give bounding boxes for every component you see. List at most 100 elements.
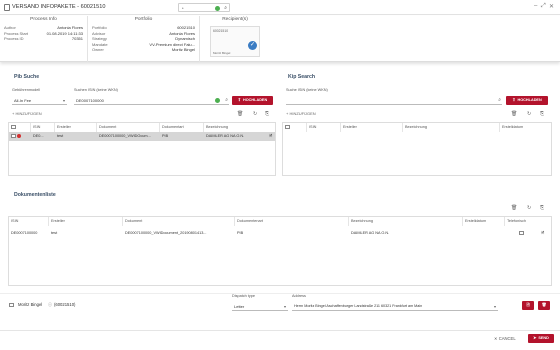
- column-header[interactable]: ISIN: [31, 123, 55, 132]
- address-value: Herrn Moritz Bingel Aschaffenburger Land…: [294, 304, 423, 308]
- preview-pdf-button[interactable]: 🗎: [522, 301, 534, 310]
- minimize-icon[interactable]: –: [534, 3, 537, 9]
- column-header[interactable]: Erstelldatum: [500, 123, 553, 132]
- address-label: Address: [292, 294, 306, 298]
- address-select[interactable]: Herrn Moritz Bingel Aschaffenburger Land…: [292, 302, 498, 311]
- info-key: Advisor: [92, 30, 106, 36]
- search-icon[interactable]: ⌕: [225, 97, 228, 103]
- select-all-checkbox[interactable]: [285, 124, 290, 130]
- phone-checkbox-box[interactable]: [519, 230, 524, 236]
- select-all-checkbox[interactable]: [11, 124, 16, 130]
- row-checkbox[interactable]: [11, 133, 16, 139]
- valid-check-icon: [215, 5, 220, 11]
- cell-document: DE0007100000_VWIDOcum...: [99, 134, 151, 138]
- cell-document: DE0007100000_VWIDocument_20190801413...: [125, 231, 207, 235]
- recipients-heading: Recipient(s): [222, 17, 248, 22]
- delete-recipient-button[interactable]: 🗑: [538, 301, 550, 310]
- info-key: Process ID: [4, 36, 24, 42]
- refresh-icon[interactable]: ↻: [253, 111, 257, 117]
- row-selector[interactable]: [9, 132, 31, 141]
- kip-search-label: Suche ISIN (keine WKN): [286, 88, 328, 92]
- portfolio-search-input[interactable]: * ⌕: [178, 3, 230, 12]
- upload-icon: ⇧: [237, 98, 241, 102]
- dispatch-type-value: Letter: [234, 304, 245, 309]
- column-header[interactable]: Erstelldatum: [463, 217, 505, 226]
- title-bar: VERSAND INFOPAKETE - 60021510 * ⌕ – ⤢ ✕: [0, 0, 560, 15]
- info-value: 70351: [71, 36, 83, 42]
- export-icon[interactable]: ⎘: [540, 111, 544, 117]
- pib-upload-button[interactable]: ⇧ HOCHLADEN: [232, 96, 273, 105]
- chevron-down-icon: ▾: [493, 304, 496, 309]
- delete-icon[interactable]: 🗑: [511, 205, 517, 211]
- column-header[interactable]: Dokument: [97, 123, 160, 132]
- column-header[interactable]: ISIN: [9, 217, 49, 226]
- delete-icon[interactable]: 🗑: [511, 111, 517, 117]
- process-info-heading: Process Info: [30, 17, 57, 22]
- send-button[interactable]: ➤ SEND: [528, 334, 554, 343]
- recipient-card[interactable]: 60021510 Moritz Bingel ✓: [210, 26, 260, 57]
- fee-model-select[interactable]: All-In Fee ▾: [12, 96, 67, 105]
- refresh-icon[interactable]: ↻: [527, 111, 531, 117]
- column-header[interactable]: Dokument: [123, 217, 235, 226]
- table-row[interactable]: DE0007100000 test DE0007100000_VWIDocume…: [9, 229, 551, 238]
- column-header[interactable]: Telefonisch: [505, 217, 553, 226]
- info-key: Mandate: [92, 41, 108, 47]
- pib-search-input[interactable]: DE0007100000 ⌕: [74, 96, 229, 105]
- cell-name: DAIMLER AG NA O.N.: [206, 134, 245, 138]
- phone-checkbox[interactable]: [517, 229, 527, 238]
- refresh-icon[interactable]: ↻: [527, 205, 531, 211]
- pib-upload-label: HOCHLADEN: [242, 98, 268, 102]
- export-icon[interactable]: ⎘: [540, 205, 544, 211]
- kip-upload-button[interactable]: ⇧ HOCHLADEN: [506, 96, 548, 105]
- info-key: Author: [4, 25, 16, 30]
- upload-icon: ⇧: [512, 98, 516, 102]
- portfolio-search-value: *: [182, 5, 184, 11]
- column-header[interactable]: Bezeichnung: [403, 123, 500, 132]
- trash-icon: 🗑: [541, 303, 547, 307]
- cell-author: test: [57, 134, 64, 138]
- column-header[interactable]: Dokumentart: [160, 123, 204, 132]
- search-icon[interactable]: ⌕: [224, 5, 227, 11]
- cancel-button[interactable]: ✕ CANCEL: [494, 336, 516, 341]
- cell-doctype: PIB: [237, 231, 244, 235]
- cell-isin: DE0...: [33, 134, 44, 138]
- table-row[interactable]: DE0... test DE0007100000_VWIDOcum... PIB…: [9, 132, 275, 141]
- kip-search-input[interactable]: ⌕: [286, 96, 502, 105]
- dispatch-type-label: Dispatch type: [232, 294, 256, 298]
- recipient-card-name: Moritz Bingel: [213, 51, 231, 55]
- recipient-checkbox-box[interactable]: [9, 302, 14, 308]
- column-header[interactable]: Ersteller: [55, 123, 97, 132]
- window-title: VERSAND INFOPAKETE - 60021510: [12, 4, 106, 10]
- column-header[interactable]: Ersteller: [49, 217, 123, 226]
- column-header[interactable]: Dokumentenart: [235, 217, 349, 226]
- valid-check-icon: [215, 98, 220, 103]
- column-header[interactable]: Bezeichnung: [349, 217, 463, 226]
- column-header[interactable]: Bezeichnung: [204, 123, 277, 132]
- selected-check-icon: ✓: [248, 41, 257, 50]
- maximize-icon[interactable]: ⤢: [541, 3, 546, 10]
- info-bar: Process Info Author Antonia Flores Proces…: [0, 16, 560, 62]
- select-all-header[interactable]: [283, 123, 307, 132]
- pib-add-button[interactable]: + HINZUFÜGEN: [12, 111, 42, 116]
- document-icon[interactable]: 🗎: [539, 229, 549, 238]
- kip-add-button[interactable]: + HINZUFÜGEN: [286, 111, 316, 116]
- dispatch-type-select[interactable]: Letter ▾: [232, 302, 288, 311]
- select-all-header[interactable]: [9, 123, 31, 132]
- kip-table: ISIN Ersteller Bezeichnung Erstelldatum: [282, 122, 552, 176]
- column-header[interactable]: Ersteller: [341, 123, 403, 132]
- pib-add-label: HINZUFÜGEN: [15, 111, 42, 116]
- pib-search-label: Suchen ISIN (keine WKN): [74, 88, 118, 92]
- export-icon[interactable]: ⎘: [265, 111, 269, 117]
- info-key: Process Start: [4, 30, 29, 36]
- info-icon: ⓘ: [48, 302, 52, 307]
- cell-isin: DE0007100000: [11, 231, 38, 235]
- close-icon[interactable]: ✕: [549, 3, 554, 10]
- info-value: Moritz Bingel: [171, 47, 195, 53]
- recipient-checkbox[interactable]: [9, 302, 14, 308]
- search-icon[interactable]: ⌕: [498, 97, 501, 103]
- column-header[interactable]: ISIN: [307, 123, 341, 132]
- document-icon[interactable]: 🗎: [267, 132, 277, 141]
- info-value: 01.08.2019 14:11:33: [46, 30, 83, 36]
- delete-icon[interactable]: 🗑: [237, 111, 243, 117]
- info-key: Strategy: [92, 36, 107, 42]
